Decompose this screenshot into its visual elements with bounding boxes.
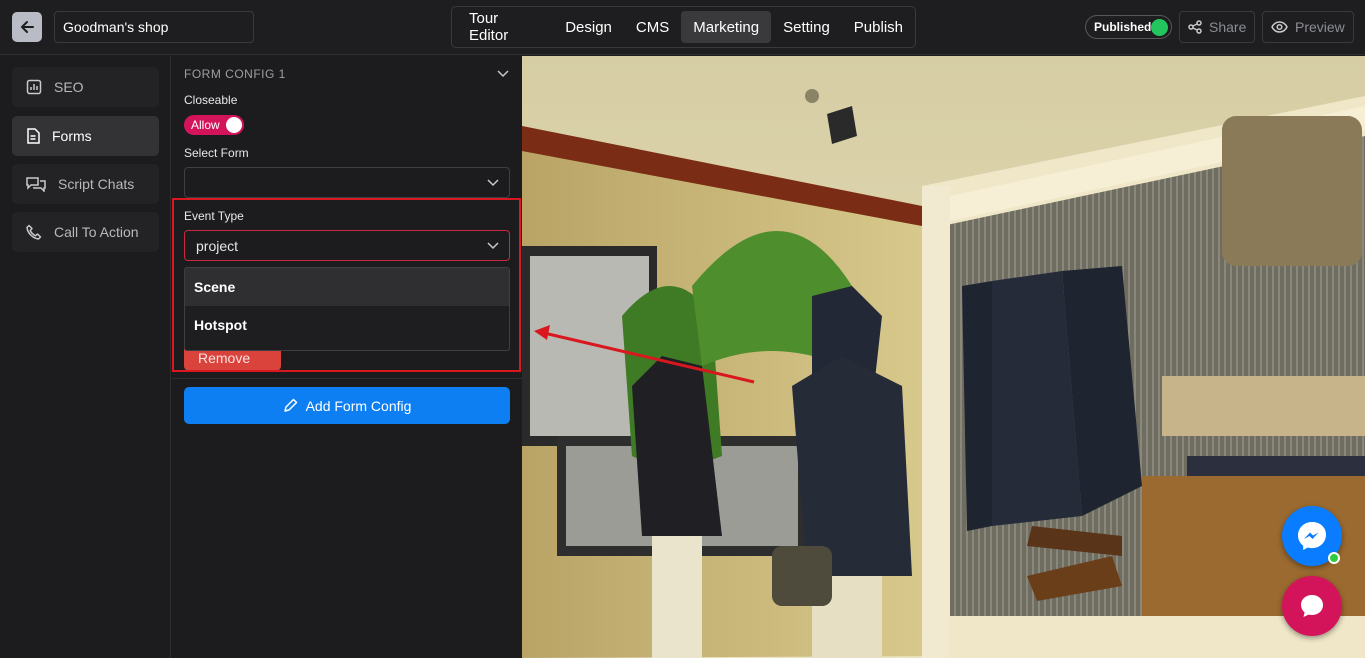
form-config-panel: FORM CONFIG 1 Closeable Allow Select For… <box>172 56 522 658</box>
chat-bubbles-icon <box>26 177 46 192</box>
add-form-config-label: Add Form Config <box>305 397 412 414</box>
sidebar-item-forms[interactable]: Forms <box>12 116 159 156</box>
form-config-title: FORM CONFIG 1 <box>184 67 286 81</box>
event-type-options: Scene Hotspot <box>184 267 510 351</box>
status-dot-icon <box>1151 19 1168 36</box>
chevron-down-icon <box>487 242 499 250</box>
sidebar-item-label: Script Chats <box>58 176 135 192</box>
published-status-toggle[interactable]: Published <box>1085 15 1172 39</box>
pencil-icon <box>283 398 297 412</box>
nav-cms[interactable]: CMS <box>624 11 681 43</box>
chevron-down-icon[interactable] <box>497 68 509 78</box>
nav-setting[interactable]: Setting <box>771 11 842 43</box>
top-bar: Goodman's shop Tour Editor Design CMS Ma… <box>0 0 1365 55</box>
published-label: Published <box>1094 20 1152 34</box>
closeable-label: Closeable <box>184 93 238 107</box>
event-type-select[interactable]: project <box>184 230 510 261</box>
share-icon <box>1188 20 1202 34</box>
toggle-knob <box>226 117 242 133</box>
nav-tour-editor[interactable]: Tour Editor <box>457 10 553 44</box>
chevron-down-icon <box>487 179 499 187</box>
chat-bubble-icon <box>1301 595 1323 617</box>
back-button[interactable] <box>12 12 42 42</box>
messenger-icon <box>1298 522 1326 550</box>
chart-icon <box>26 79 42 95</box>
online-indicator <box>1328 552 1340 564</box>
event-type-value: project <box>196 238 239 254</box>
shop-name-input[interactable]: Goodman's shop <box>54 11 254 43</box>
share-button[interactable]: Share <box>1179 11 1255 43</box>
sidebar-item-script-chats[interactable]: Script Chats <box>12 164 159 204</box>
remove-label: Remove <box>198 350 251 366</box>
sidebar-item-label: Call To Action <box>54 224 139 240</box>
document-icon <box>27 128 40 144</box>
preview-button[interactable]: Preview <box>1262 11 1354 43</box>
sidebar-item-label: Forms <box>52 128 92 144</box>
option-hotspot[interactable]: Hotspot <box>185 306 509 344</box>
sidebar-item-label: SEO <box>54 79 84 95</box>
eye-icon <box>1271 21 1288 33</box>
event-type-label: Event Type <box>184 209 244 223</box>
phone-icon <box>26 224 42 240</box>
select-form-dropdown[interactable] <box>184 167 510 198</box>
nav-design[interactable]: Design <box>553 11 624 43</box>
toggle-label: Allow <box>191 118 220 132</box>
annotation-arrow <box>534 325 755 384</box>
sidebar-item-call-to-action[interactable]: Call To Action <box>12 212 159 252</box>
option-scene[interactable]: Scene <box>185 268 509 306</box>
sidebar-item-seo[interactable]: SEO <box>12 67 159 107</box>
closeable-toggle[interactable]: Allow <box>184 115 244 135</box>
messenger-chat-button[interactable] <box>1282 506 1342 566</box>
live-chat-button[interactable] <box>1282 576 1342 636</box>
preview-label: Preview <box>1295 19 1345 35</box>
main-nav: Tour Editor Design CMS Marketing Setting… <box>451 6 916 48</box>
marketing-sidebar: SEO Forms Script Chats Call To Action <box>0 56 171 658</box>
arrow-left-icon <box>21 21 34 33</box>
share-label: Share <box>1209 19 1247 35</box>
nav-publish[interactable]: Publish <box>842 11 915 43</box>
select-form-label: Select Form <box>184 146 249 160</box>
divider <box>172 378 522 379</box>
nav-marketing[interactable]: Marketing <box>681 11 772 43</box>
add-form-config-button[interactable]: Add Form Config <box>184 387 510 424</box>
